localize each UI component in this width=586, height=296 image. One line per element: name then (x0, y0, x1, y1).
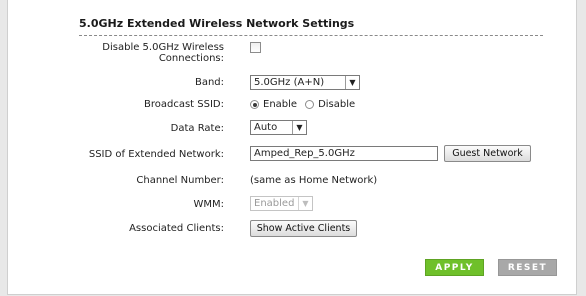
settings-panel: 5.0GHz Extended Wireless Network Setting… (7, 0, 577, 295)
ssid-input[interactable]: Amped_Rep_5.0GHz (250, 146, 438, 161)
disable-wireless-label-line2: Connections: (158, 53, 224, 64)
channel-number-label: Channel Number: (136, 175, 224, 186)
chevron-down-icon: ▼ (298, 197, 312, 210)
data-rate-select-value: Auto (254, 122, 278, 133)
broadcast-disable-radio[interactable] (305, 100, 315, 109)
broadcast-ssid-radio-group: Enable Disable (250, 99, 355, 110)
wmm-select-value: Enabled (254, 198, 295, 209)
wmm-select[interactable]: Enabled ▼ (250, 196, 313, 211)
disable-wireless-checkbox[interactable] (250, 42, 261, 53)
wmm-label: WMM: (193, 199, 224, 210)
associated-clients-label: Associated Clients: (129, 223, 224, 234)
ssid-label: SSID of Extended Network: (88, 149, 224, 160)
band-select-value: 5.0GHz (A+N) (254, 77, 325, 88)
broadcast-ssid-label: Broadcast SSID: (144, 99, 224, 110)
data-rate-label: Data Rate: (170, 123, 224, 134)
reset-button[interactable]: RESET (498, 259, 557, 276)
chevron-down-icon: ▼ (292, 121, 306, 134)
chevron-down-icon: ▼ (345, 76, 359, 89)
channel-number-value: (same as Home Network) (250, 175, 378, 186)
disable-wireless-label-line1: Disable 5.0GHz Wireless (102, 42, 224, 53)
disable-wireless-label: Disable 5.0GHz Wireless Connections: (102, 42, 224, 64)
section-title: 5.0GHz Extended Wireless Network Setting… (79, 17, 355, 30)
guest-network-button[interactable]: Guest Network (444, 145, 531, 162)
band-select[interactable]: 5.0GHz (A+N) ▼ (250, 75, 360, 90)
broadcast-enable-radio[interactable] (250, 100, 259, 109)
band-label: Band: (194, 77, 224, 88)
apply-button[interactable]: APPLY (425, 259, 484, 276)
section-divider (79, 35, 543, 36)
data-rate-select[interactable]: Auto ▼ (250, 120, 307, 135)
broadcast-enable-label: Enable (263, 99, 298, 110)
show-active-clients-button[interactable]: Show Active Clients (250, 220, 357, 237)
broadcast-disable-label: Disable (318, 99, 356, 110)
